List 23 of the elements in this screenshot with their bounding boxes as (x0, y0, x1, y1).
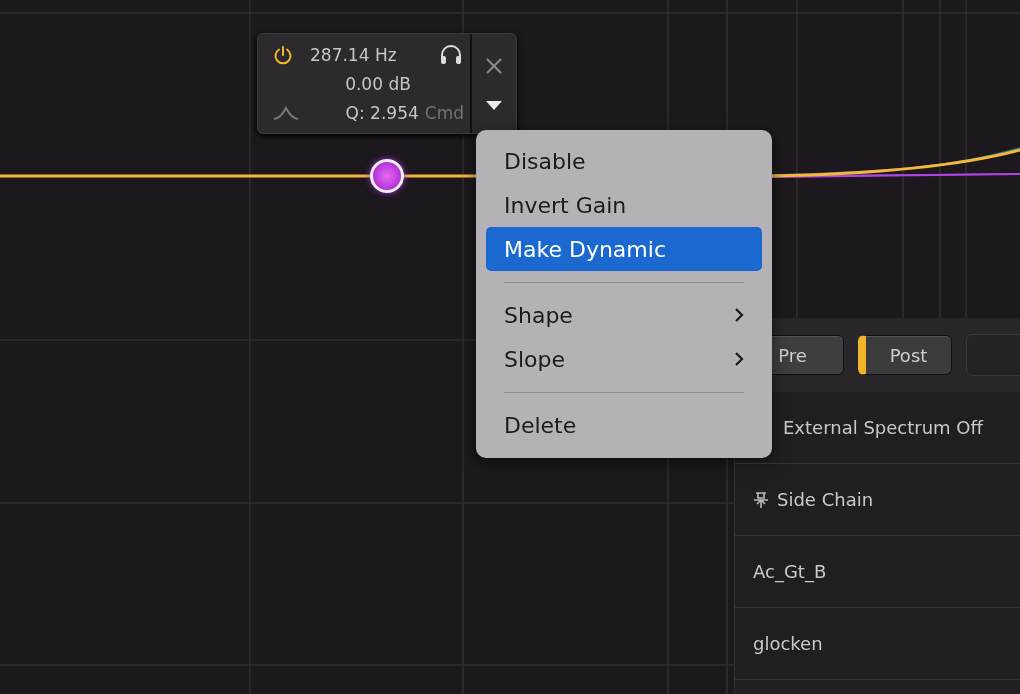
track-name[interactable]: glocken (753, 633, 823, 654)
menu-item[interactable]: Delete (486, 403, 762, 447)
eq-band-node[interactable] (370, 159, 404, 193)
pin-icon (753, 490, 769, 509)
gain-value[interactable]: 0.00 dB (345, 73, 411, 94)
close-icon[interactable] (485, 57, 503, 75)
frequency-value[interactable]: 287.14 Hz (310, 44, 397, 65)
menu-item[interactable]: Invert Gain (486, 183, 762, 227)
toggle-button[interactable]: Post (858, 335, 952, 375)
menu-item[interactable]: Make Dynamic (486, 227, 762, 271)
chevron-right-icon (734, 351, 744, 367)
track-name[interactable]: Ac_Gt_B (753, 561, 827, 582)
power-icon[interactable] (272, 43, 294, 66)
bell-shape-icon[interactable] (272, 104, 300, 121)
menu-item[interactable]: Shape (486, 293, 762, 337)
side-chain-label[interactable]: Side Chain (777, 489, 874, 510)
headphones-icon[interactable] (438, 43, 464, 66)
dropdown-caret-icon[interactable] (486, 101, 502, 110)
spectrum-source-label: External Spectrum Off (783, 417, 983, 438)
menu-item[interactable]: Disable (486, 139, 762, 183)
q-value[interactable]: Q: 2.954 (345, 102, 419, 123)
modifier-hint: Cmd (424, 102, 464, 123)
chevron-right-icon (734, 307, 744, 323)
